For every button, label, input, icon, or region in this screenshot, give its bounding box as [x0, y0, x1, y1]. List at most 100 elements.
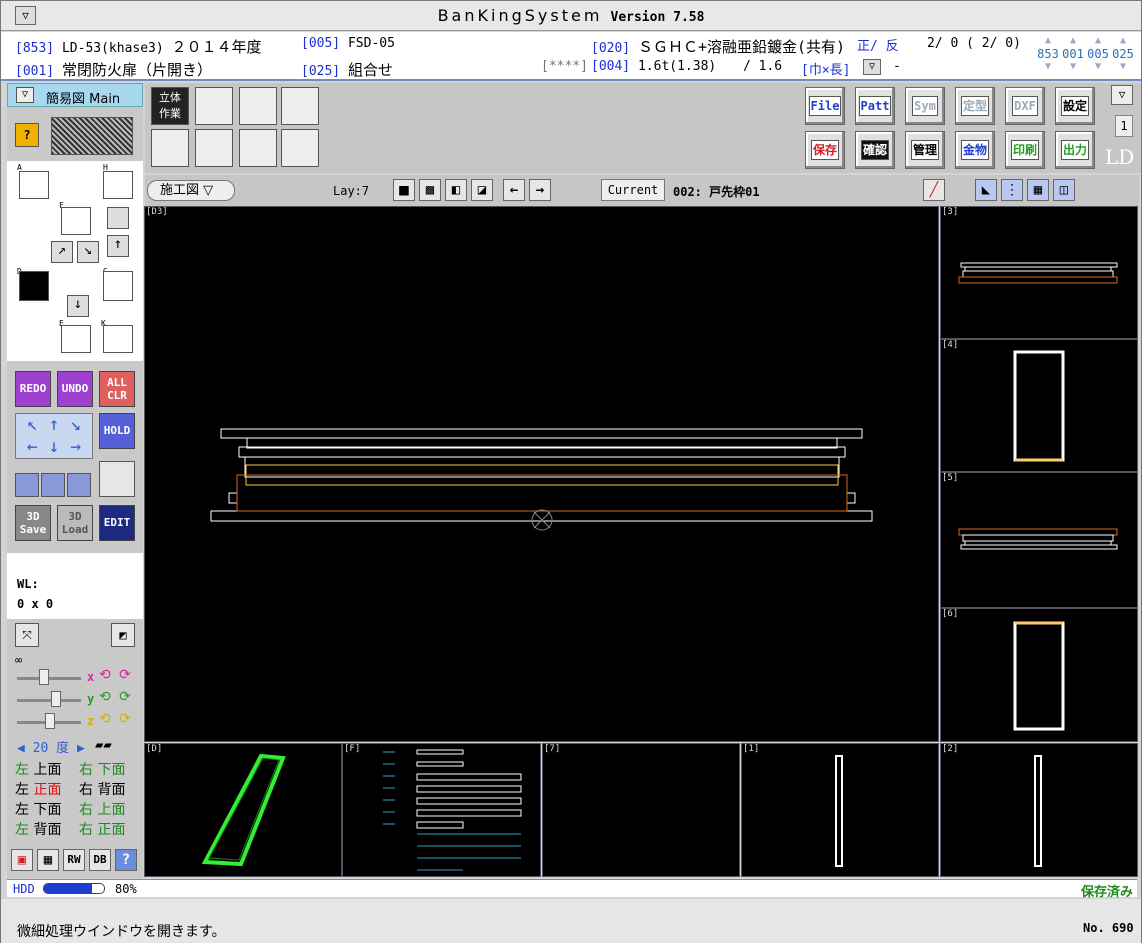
view-a-icon[interactable] [19, 171, 49, 199]
face-left-1[interactable]: 左 [15, 762, 29, 778]
step-001[interactable]: ▲ 001 ▼ [1062, 35, 1084, 73]
panel-f[interactable]: [F] [342, 743, 541, 877]
size-mode[interactable]: [巾×長] [801, 59, 850, 78]
edit-button[interactable]: EDIT [99, 505, 135, 541]
points-tool-icon[interactable] [239, 87, 277, 125]
panel-d[interactable]: [D] [144, 743, 342, 877]
line-tool-icon[interactable]: ╱ [923, 179, 945, 201]
face-left-3[interactable]: 左 [15, 802, 29, 818]
toolbar-dropdown-icon[interactable]: ▽ [1111, 85, 1133, 105]
rotate-x-icons[interactable]: ⟲ ⟳ [99, 667, 131, 683]
face-back[interactable]: 背面 [97, 782, 125, 798]
face-front-2[interactable]: 正面 [97, 822, 125, 838]
3d-work-icon[interactable]: 立体 作業 [151, 87, 189, 125]
face-right-4[interactable]: 右 [79, 822, 93, 838]
undo-button[interactable]: UNDO [57, 371, 93, 407]
step-853[interactable]: ▲ 853 ▼ [1037, 35, 1059, 73]
calculator-icon[interactable]: ▦ [37, 849, 59, 871]
grid-icon[interactable]: ▦ [1027, 179, 1049, 201]
settings-button[interactable]: 設定 [1055, 87, 1095, 125]
main-canvas[interactable]: [D3] [144, 206, 939, 742]
mode-bar[interactable]: ▽ 簡易図 Main [7, 83, 143, 107]
fill-half-icon[interactable]: ◧ [445, 179, 467, 201]
face-right-1[interactable]: 右 [79, 762, 93, 778]
arrow-ne-icon[interactable]: ↗ [51, 241, 73, 263]
slider-z-thumb[interactable] [45, 713, 55, 729]
texture-toggle[interactable] [51, 117, 133, 155]
page-number[interactable]: 1 [1115, 115, 1133, 137]
face-back-2[interactable]: 背面 [33, 822, 61, 838]
stack-tool-icon[interactable] [281, 87, 319, 125]
face-left-4[interactable]: 左 [15, 822, 29, 838]
view-mode-3-icon[interactable] [67, 473, 91, 497]
view-e-icon[interactable] [61, 325, 91, 353]
view-d-icon[interactable] [19, 271, 49, 301]
slider-y-thumb[interactable] [51, 691, 61, 707]
step-025[interactable]: ▲ 025 ▼ [1112, 35, 1134, 73]
hold-button[interactable]: HOLD [99, 413, 135, 449]
sekou-dropdown[interactable]: 施工図 ▽ [147, 180, 235, 201]
face-bottom[interactable]: 下面 [97, 762, 125, 778]
fill-pattern-icon[interactable]: ▩ [419, 179, 441, 201]
arrow-left-icon[interactable]: ← [503, 179, 525, 201]
view-g-icon[interactable] [103, 271, 133, 301]
hatch-tool-icon[interactable] [281, 129, 319, 167]
arrow-down-icon[interactable]: ↓ [67, 295, 89, 317]
db-button[interactable]: DB [89, 849, 111, 871]
slider-x-thumb[interactable] [39, 669, 49, 685]
face-bottom-2[interactable]: 下面 [33, 802, 61, 818]
view-h-icon[interactable] [103, 171, 133, 199]
face-toggle[interactable]: 正/ 反 [857, 35, 899, 54]
manage-button[interactable]: 管理 [905, 131, 945, 169]
view-mode-2-icon[interactable] [41, 473, 65, 497]
angle-snap-icon[interactable]: ◣ [975, 179, 997, 201]
face-right-2[interactable]: 右 [79, 782, 93, 798]
size-mode-dropdown[interactable]: ▽ [863, 59, 881, 75]
arrow-se-icon[interactable]: ↘ [77, 241, 99, 263]
dxf-button[interactable]: DXF [1005, 87, 1045, 125]
rotate-z-icons[interactable]: ⟲ ⟳ [99, 711, 131, 727]
info-row1-c[interactable]: [020] ＳＧＨＣ+溶融亜鉛鍍金(共有) [591, 36, 845, 57]
arrow-right-icon[interactable]: → [529, 179, 551, 201]
arrow-up-disabled-icon[interactable] [107, 207, 129, 229]
panel-2[interactable]: [2] [940, 743, 1138, 877]
output-button[interactable]: 出力 [1055, 131, 1095, 169]
allclr-button[interactable]: ALL CLR [99, 371, 135, 407]
panel-icon[interactable]: ◫ [1053, 179, 1075, 201]
file-button[interactable]: File [805, 87, 845, 125]
3d-load-button[interactable]: 3D Load [57, 505, 93, 541]
info-row1-b[interactable]: [005] FSD-05 [301, 36, 395, 51]
info-row2-b[interactable]: [025] 組合せ [301, 59, 393, 80]
panel-1[interactable]: [1] [741, 743, 939, 877]
teikei-button[interactable]: 定型 [955, 87, 995, 125]
corner-tool-icon[interactable] [239, 129, 277, 167]
face-left-2[interactable]: 左 [15, 782, 29, 798]
lift-tool-icon[interactable] [195, 129, 233, 167]
dot-grid-icon[interactable]: ⋮ [1001, 179, 1023, 201]
slider-y[interactable] [17, 699, 81, 702]
3d-save-button[interactable]: 3D Save [15, 505, 51, 541]
pan-arrows[interactable]: ↖ ↑ ↘ ← ↓ → [15, 413, 93, 459]
slider-x[interactable] [17, 677, 81, 680]
save-button[interactable]: 保存 [805, 131, 845, 169]
copy-move-icon[interactable] [99, 461, 135, 497]
view-f-icon[interactable] [61, 207, 91, 235]
current-button[interactable]: Current [601, 179, 665, 201]
panel-4[interactable]: [4] [940, 339, 1138, 472]
layer-icons[interactable]: ▰▰ [95, 737, 112, 753]
redo-button[interactable]: REDO [15, 371, 51, 407]
help-button[interactable]: ? [115, 849, 137, 871]
view-k-icon[interactable] [103, 325, 133, 353]
face-top[interactable]: 上面 [33, 762, 61, 778]
view-mode-1-icon[interactable] [15, 473, 39, 497]
info-row1-a[interactable]: [853] LD-53(khase3) ２０１４年度 [15, 36, 262, 57]
info-row2-a[interactable]: [001] 常閉防火扉（片開き） [15, 59, 212, 80]
panel-5[interactable]: [5] [940, 472, 1138, 608]
arrow-up-icon[interactable]: ↑ [107, 235, 129, 257]
sym-button[interactable]: Sym [905, 87, 945, 125]
fill-black-icon[interactable]: ■ [393, 179, 415, 201]
pointer-tool-icon[interactable]: ⤧ [15, 623, 39, 647]
patt-button[interactable]: Patt [855, 87, 895, 125]
step-005[interactable]: ▲ 005 ▼ [1087, 35, 1109, 73]
layout-tool-icon[interactable] [195, 87, 233, 125]
